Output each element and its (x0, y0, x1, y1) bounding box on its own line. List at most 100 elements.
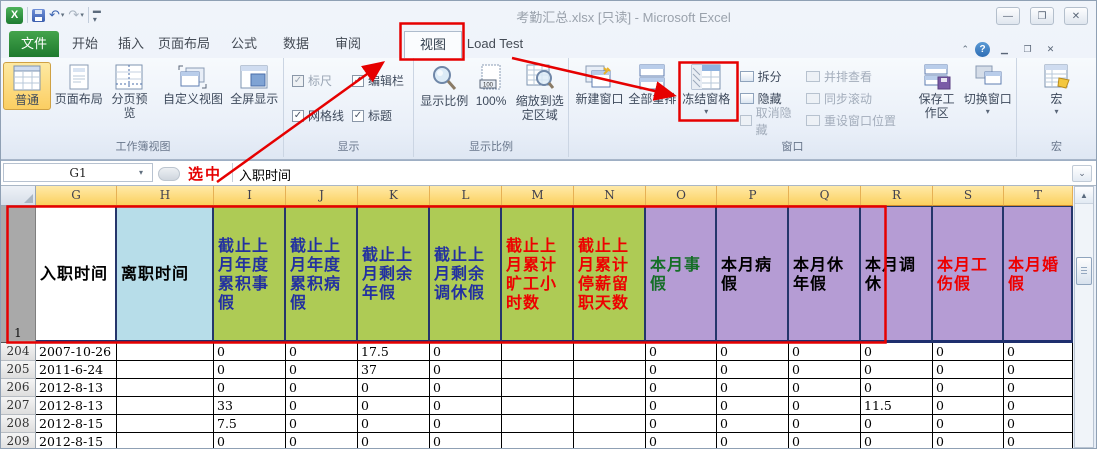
row-header-209[interactable]: 209 (1, 433, 36, 448)
synchronous-scrolling-button[interactable]: 同步滚动 (806, 90, 908, 107)
cell-I207[interactable]: 33 (214, 397, 286, 415)
tab-page-layout[interactable]: 页面布局 (153, 31, 215, 57)
cell-G207[interactable]: 2012-8-13 (36, 397, 117, 415)
column-header-K[interactable]: K (358, 186, 430, 206)
column-header-J[interactable]: J (286, 186, 358, 206)
scroll-up-icon[interactable]: ▲ (1075, 187, 1093, 204)
cell-T209[interactable]: 0 (1004, 433, 1073, 448)
row-header-206[interactable]: 206 (1, 379, 36, 397)
undo-button[interactable]: ↶▾ (49, 7, 64, 23)
header-cell-P1[interactable]: 本月病假 (717, 206, 789, 343)
cell-G204[interactable]: 2007-10-26 (36, 343, 117, 361)
cell-J205[interactable]: 0 (286, 361, 358, 379)
cell-J206[interactable]: 0 (286, 379, 358, 397)
expand-formula-bar-icon[interactable]: ⌄ (1072, 165, 1092, 182)
full-screen-button[interactable]: 全屏显示 (226, 62, 283, 108)
cell-P206[interactable]: 0 (717, 379, 789, 397)
cell-H207[interactable] (117, 397, 214, 415)
cell-I204[interactable]: 0 (214, 343, 286, 361)
column-header-H[interactable]: H (117, 186, 214, 206)
view-side-by-side-button[interactable]: 并排查看 (806, 68, 908, 85)
cell-H205[interactable] (117, 361, 214, 379)
cell-L205[interactable]: 0 (430, 361, 502, 379)
cell-K209[interactable]: 0 (358, 433, 430, 448)
tab-home[interactable]: 开始 (63, 31, 107, 57)
column-header-L[interactable]: L (430, 186, 502, 206)
save-workspace-button[interactable]: 保存工作区 (914, 62, 960, 122)
select-all-corner[interactable] (1, 186, 36, 206)
zoom-to-selection-button[interactable]: 缩放到选定区域 (512, 62, 568, 124)
cell-N208[interactable] (574, 415, 646, 433)
header-cell-L1[interactable]: 截止上月剩余调休假 (430, 206, 502, 343)
cell-L209[interactable]: 0 (430, 433, 502, 448)
row-header-1[interactable]: 1 (1, 206, 36, 343)
cell-S204[interactable]: 0 (933, 343, 1004, 361)
cell-O207[interactable]: 0 (646, 397, 717, 415)
cell-K207[interactable]: 0 (358, 397, 430, 415)
cell-R208[interactable]: 0 (861, 415, 933, 433)
cell-O208[interactable]: 0 (646, 415, 717, 433)
redo-button[interactable]: ↷▾ (68, 7, 83, 23)
cell-K204[interactable]: 17.5 (358, 343, 430, 361)
column-header-G[interactable]: G (36, 186, 117, 206)
header-cell-G1[interactable]: 入职时间 (36, 206, 117, 343)
tab-file[interactable]: 文件 (9, 31, 59, 57)
cell-O206[interactable]: 0 (646, 379, 717, 397)
freeze-panes-button[interactable]: 冻结窗格 ▾ (679, 62, 734, 118)
restore-button[interactable]: ❐ (1030, 7, 1054, 25)
column-header-Q[interactable]: Q (789, 186, 861, 206)
cell-H209[interactable] (117, 433, 214, 448)
zoom-button[interactable]: 显示比例 (418, 62, 471, 110)
save-button[interactable] (32, 9, 45, 22)
tab-insert[interactable]: 插入 (109, 31, 153, 57)
cell-P204[interactable]: 0 (717, 343, 789, 361)
row-header-204[interactable]: 204 (1, 343, 36, 361)
gridlines-checkbox[interactable]: ✓网格线 (292, 107, 344, 124)
headings-checkbox[interactable]: ✓标题 (352, 107, 404, 124)
vertical-scrollbar[interactable]: ▲ (1074, 186, 1094, 448)
formula-bar-checkbox[interactable]: ✓编辑栏 (352, 72, 404, 89)
cell-O205[interactable]: 0 (646, 361, 717, 379)
tab-data[interactable]: 数据 (273, 31, 319, 57)
cell-K206[interactable]: 0 (358, 379, 430, 397)
column-header-R[interactable]: R (861, 186, 933, 206)
row-header-205[interactable]: 205 (1, 361, 36, 379)
row-header-208[interactable]: 208 (1, 415, 36, 433)
minimize-button[interactable]: — (996, 7, 1020, 25)
cell-R207[interactable]: 11.5 (861, 397, 933, 415)
cell-J209[interactable]: 0 (286, 433, 358, 448)
insert-function-icon[interactable] (158, 167, 180, 181)
ruler-checkbox[interactable]: ✓标尺 (292, 72, 344, 89)
cell-N205[interactable] (574, 361, 646, 379)
cell-I205[interactable]: 0 (214, 361, 286, 379)
cell-Q206[interactable]: 0 (789, 379, 861, 397)
split-button[interactable]: 拆分 (740, 68, 796, 85)
cell-J208[interactable]: 0 (286, 415, 358, 433)
tab-view[interactable]: 视图 (404, 31, 462, 58)
cell-O204[interactable]: 0 (646, 343, 717, 361)
cell-P205[interactable]: 0 (717, 361, 789, 379)
cell-R204[interactable]: 0 (861, 343, 933, 361)
cell-N206[interactable] (574, 379, 646, 397)
page-break-preview-button[interactable]: 分页预览 (107, 62, 153, 122)
cell-K205[interactable]: 37 (358, 361, 430, 379)
cell-Q207[interactable]: 0 (789, 397, 861, 415)
scrollbar-thumb[interactable] (1076, 257, 1092, 285)
name-box[interactable]: G1 (3, 163, 153, 182)
reset-window-position-button[interactable]: 重设窗口位置 (806, 112, 908, 129)
workbook-minimize-icon[interactable]: ▁ (996, 43, 1013, 56)
cell-T205[interactable]: 0 (1004, 361, 1073, 379)
cell-P209[interactable]: 0 (717, 433, 789, 448)
cell-H208[interactable] (117, 415, 214, 433)
cell-R209[interactable]: 0 (861, 433, 933, 448)
cell-I209[interactable]: 0 (214, 433, 286, 448)
cell-T208[interactable]: 0 (1004, 415, 1073, 433)
cell-I206[interactable]: 0 (214, 379, 286, 397)
cell-Q208[interactable]: 0 (789, 415, 861, 433)
header-cell-I1[interactable]: 截止上月年度累积事假 (214, 206, 286, 343)
cell-N207[interactable] (574, 397, 646, 415)
header-cell-O1[interactable]: 本月事假 (646, 206, 717, 343)
cell-N209[interactable] (574, 433, 646, 448)
workbook-restore-icon[interactable]: ❐ (1019, 43, 1036, 56)
cell-J204[interactable]: 0 (286, 343, 358, 361)
